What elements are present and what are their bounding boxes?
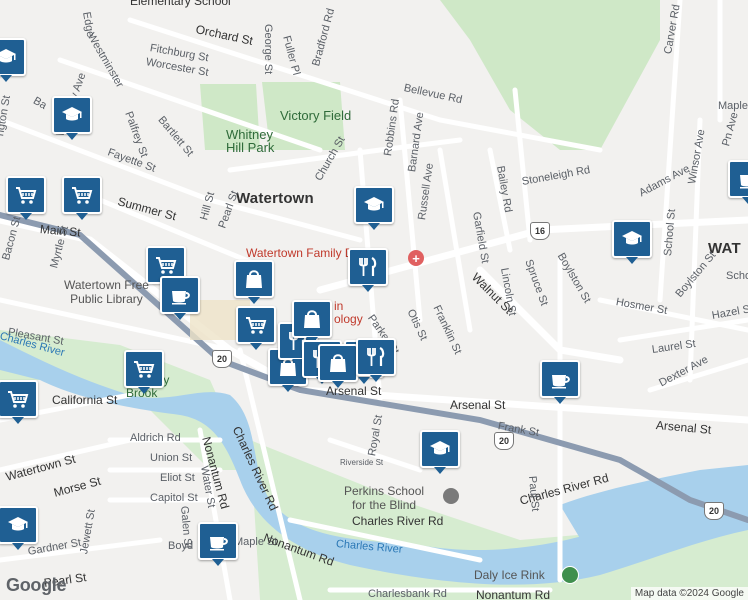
- label-riverside-st: Riverside St: [340, 458, 384, 467]
- pin-grocery-5[interactable]: [124, 350, 164, 394]
- grocery-icon: [156, 257, 177, 274]
- grocery-icon: [16, 187, 37, 204]
- label-nonantum-rd-se: Nonantum Rd: [476, 588, 551, 600]
- shopping-icon: [246, 270, 262, 288]
- grocery-icon: [72, 187, 93, 204]
- label-charles-river-rd-c: Charles River Rd: [352, 514, 444, 528]
- label-watertown: Watertown: [236, 190, 314, 207]
- label-eliot-st: Eliot St: [160, 472, 195, 484]
- pin-cluster-shopping-b[interactable]: [318, 344, 358, 388]
- school-icon: [62, 107, 82, 121]
- label-whitney-hill-park: Whitney Hill Park: [226, 127, 275, 155]
- label-aldrich-rd: Aldrich Rd: [130, 432, 181, 444]
- google-logo: Google: [6, 575, 67, 595]
- pin-restaurant-1[interactable]: [348, 248, 388, 292]
- label-daly-ice-rink: Daly Ice Rink: [474, 568, 545, 582]
- label-capitol-st: Capitol St: [150, 492, 198, 504]
- pin-school-1[interactable]: [0, 38, 26, 82]
- label-maple-ne: Maple: [718, 100, 748, 112]
- label-dentistry-frag: in ology: [334, 299, 363, 326]
- coffee-icon: [172, 291, 190, 305]
- label-george-st: George St: [262, 24, 274, 75]
- pin-cluster-restaurant-c[interactable]: [356, 338, 396, 382]
- pin-school-6[interactable]: [0, 506, 38, 550]
- shopping-icon: [330, 354, 346, 372]
- label-elementary-school: Elementary School: [130, 0, 231, 8]
- label-school-e-frag: School: [726, 270, 748, 282]
- pin-shopping-1[interactable]: [234, 260, 274, 304]
- hospital-icon[interactable]: +: [408, 250, 424, 266]
- pin-school-2[interactable]: [52, 96, 92, 140]
- pin-school-3[interactable]: [354, 186, 394, 230]
- route-20-shield-east: 20: [704, 502, 724, 520]
- grocery-icon: [8, 391, 29, 408]
- label-arsenal-st-c: Arsenal St: [450, 398, 506, 412]
- pin-coffee-4[interactable]: [728, 160, 748, 204]
- map-canvas[interactable]: Elementary School Edge Orchard St Westmi…: [0, 0, 748, 600]
- school-icon: [0, 49, 16, 63]
- pin-coffee-3[interactable]: [198, 522, 238, 566]
- pin-school-5[interactable]: [420, 430, 460, 474]
- map-attribution[interactable]: Map data ©2024 Google: [630, 587, 748, 600]
- label-california-st: California St: [52, 393, 118, 407]
- coffee-icon: [552, 375, 570, 389]
- label-watertown-library: Watertown Free Public Library: [64, 278, 149, 306]
- pin-coffee-1[interactable]: [160, 276, 200, 320]
- route-20-shield-mid: 20: [494, 432, 514, 450]
- pin-school-4[interactable]: [612, 220, 652, 264]
- perkins-school-icon[interactable]: [443, 488, 459, 504]
- pin-coffee-2[interactable]: [540, 360, 580, 404]
- coffee-icon: [740, 175, 748, 189]
- grocery-icon: [134, 361, 155, 378]
- restaurant-icon: [359, 257, 377, 276]
- label-union-st: Union St: [150, 452, 193, 464]
- label-victory-field: Victory Field: [280, 108, 352, 123]
- route-20-shield-west: 20: [212, 350, 232, 368]
- route-16-shield: 16: [530, 222, 550, 240]
- daly-ice-rink-icon[interactable]: [561, 566, 579, 584]
- pin-grocery-4[interactable]: [236, 306, 276, 350]
- school-icon: [364, 197, 384, 211]
- pin-cluster-shopping-a[interactable]: [292, 300, 332, 344]
- school-icon: [430, 441, 450, 455]
- shopping-icon: [304, 310, 320, 328]
- pin-grocery-2[interactable]: [62, 176, 102, 220]
- coffee-icon: [210, 537, 228, 551]
- label-boyd: Boyd: [168, 540, 194, 552]
- restaurant-icon: [367, 347, 385, 366]
- label-charlesbank-rd: Charlesbank Rd: [368, 588, 447, 600]
- school-icon: [622, 231, 642, 245]
- grocery-icon: [246, 317, 267, 334]
- school-icon: [8, 517, 28, 531]
- label-perkins-school: Perkins School for the Blind: [344, 484, 425, 512]
- pin-grocery-1[interactable]: [6, 176, 46, 220]
- pin-grocery-6[interactable]: [0, 380, 38, 424]
